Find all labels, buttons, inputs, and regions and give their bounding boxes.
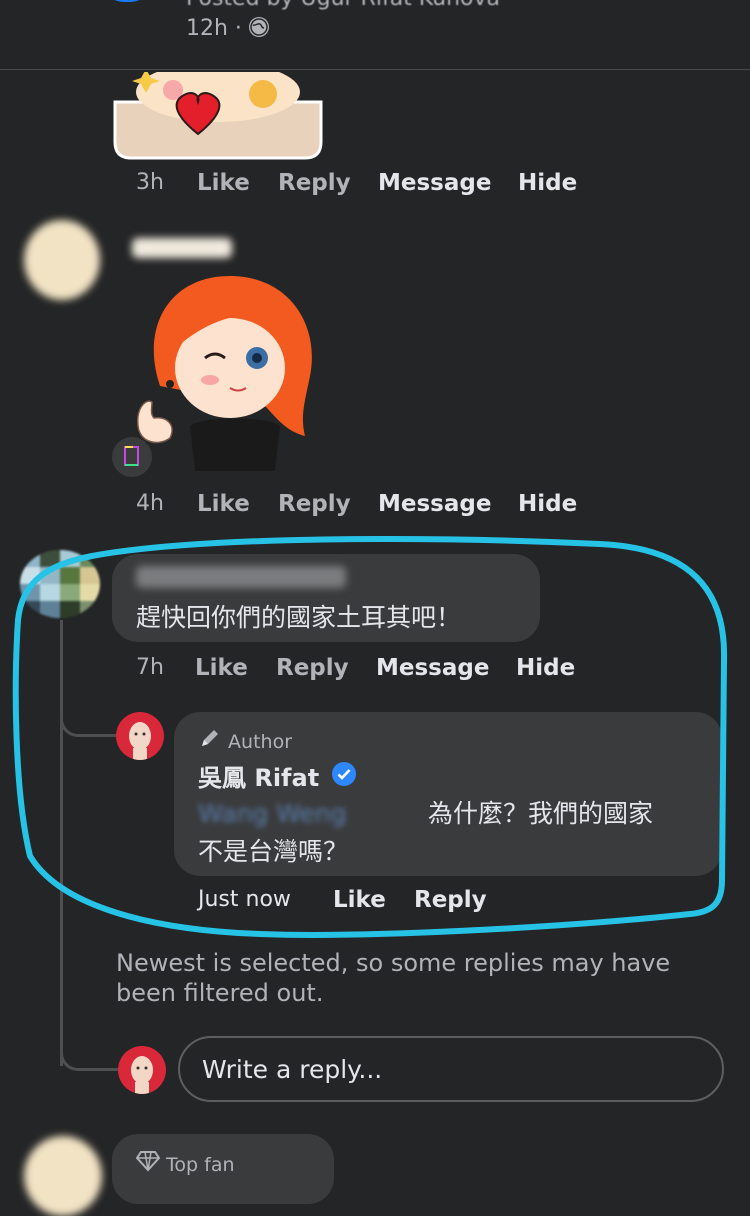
filter-notice-line2: been filtered out.	[116, 979, 324, 1007]
diamond-icon	[135, 1150, 161, 1177]
filter-notice-line1: Newest is selected, so some replies may …	[116, 949, 671, 977]
top-fan-label: Top fan	[166, 1154, 235, 1176]
top-fan-badge: Top fan	[135, 1150, 235, 1179]
next-comment-avatar[interactable]	[24, 1136, 102, 1216]
write-reply-input[interactable]: Write a reply...	[178, 1036, 724, 1102]
filter-notice: Newest is selected, so some replies may …	[116, 948, 670, 1008]
current-user-avatar[interactable]	[118, 1046, 166, 1094]
write-reply-placeholder: Write a reply...	[202, 1055, 383, 1084]
